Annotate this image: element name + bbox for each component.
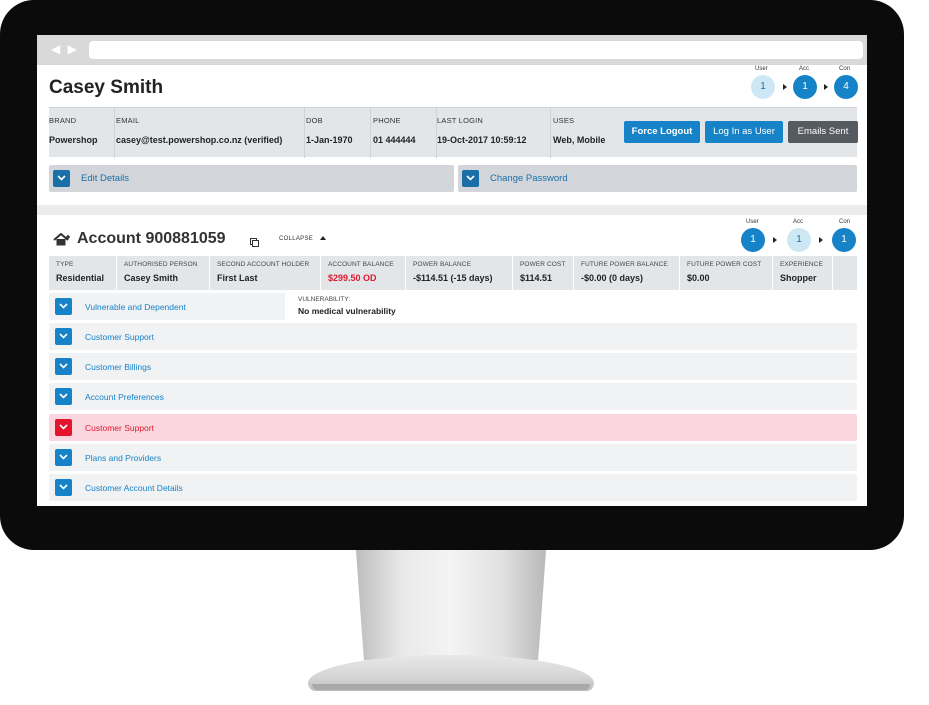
account-fields-row: TYPE Residential AUTHORISED PERSON Casey…	[49, 256, 857, 290]
step-label-user: User	[746, 219, 759, 225]
copy-icon[interactable]	[250, 234, 259, 252]
step-con[interactable]: 4	[834, 75, 858, 99]
section-account-preferences[interactable]: Account Preferences	[49, 383, 857, 410]
step-label-con: Con	[839, 219, 851, 225]
back-forward-icon[interactable]: ◀ ▶	[51, 42, 79, 56]
vulnerability-panel: VULNERABILITY: No medical vulnerability	[285, 293, 857, 320]
info-uses: USES Web, Mobile	[553, 116, 606, 145]
account-card: Account 900881059 COLLAPSE User 1 Acc 1 …	[37, 215, 867, 506]
arrow-right-icon	[824, 84, 828, 90]
chevron-down-icon	[55, 388, 72, 405]
section-customer-support-alert[interactable]: Customer Support	[49, 414, 857, 441]
account-title: Account 900881059	[77, 230, 226, 247]
arrow-right-icon	[773, 237, 777, 243]
step-label-acc: Acc	[799, 66, 810, 72]
monitor-stand-neck	[355, 550, 547, 660]
field-experience: EXPERIENCE Shopper	[773, 256, 833, 290]
info-brand: BRAND Powershop	[49, 108, 115, 158]
emails-sent-button[interactable]: Emails Sent	[788, 121, 858, 143]
info-phone: PHONE 01 444444	[371, 108, 437, 158]
caret-up-icon[interactable]	[320, 236, 326, 240]
chevron-down-icon	[55, 328, 72, 345]
collapse-link[interactable]: COLLAPSE	[279, 236, 313, 242]
monitor-stand-edge	[312, 684, 590, 690]
info-dob: DOB 1-Jan-1970	[305, 108, 371, 158]
monitor-frame: ◀ ▶ Casey Smith User 1 Acc 1 Con 4 BRAND…	[0, 0, 904, 550]
field-future-power-cost: FUTURE POWER COST $0.00	[680, 256, 773, 290]
address-bar[interactable]	[89, 41, 863, 59]
field-power-cost: POWER COST $114.51	[513, 256, 574, 290]
browser-toolbar: ◀ ▶	[37, 35, 867, 65]
step-acc[interactable]: 1	[787, 228, 811, 252]
step-user[interactable]: 1	[751, 75, 775, 99]
step-con[interactable]: 1	[832, 228, 856, 252]
section-customer-account-details[interactable]: Customer Account Details	[49, 474, 857, 501]
field-account-balance: ACCOUNT BALANCE $299.50 OD	[321, 256, 406, 290]
screen: ◀ ▶ Casey Smith User 1 Acc 1 Con 4 BRAND…	[37, 35, 867, 506]
chevron-down-icon	[55, 449, 72, 466]
step-acc[interactable]: 1	[793, 75, 817, 99]
field-second-account-holder: SECOND ACCOUNT HOLDER First Last	[210, 256, 321, 290]
force-logout-button[interactable]: Force Logout	[624, 121, 700, 143]
step-label-acc: Acc	[793, 219, 804, 225]
arrow-right-icon	[819, 237, 823, 243]
chevron-down-icon	[55, 358, 72, 375]
section-customer-billings[interactable]: Customer Billings	[49, 353, 857, 380]
step-label-con: Con	[839, 66, 851, 72]
field-type: TYPE Residential	[49, 256, 117, 290]
edit-details-expander[interactable]: Edit Details	[49, 165, 454, 192]
section-customer-support[interactable]: Customer Support	[49, 323, 857, 350]
section-plans-and-providers[interactable]: Plans and Providers	[49, 444, 857, 471]
chevron-down-icon	[462, 170, 479, 187]
info-last-login: LAST LOGIN 19-Oct-2017 10:59:12	[437, 108, 551, 158]
field-future-power-balance: FUTURE POWER BALANCE -$0.00 (0 days)	[574, 256, 680, 290]
chevron-down-icon	[55, 419, 72, 436]
house-icon	[53, 232, 71, 251]
info-email: EMAIL casey@test.powershop.co.nz (verifi…	[115, 108, 305, 158]
arrow-right-icon	[783, 84, 787, 90]
field-power-balance: POWER BALANCE -$114.51 (-15 days)	[406, 256, 513, 290]
log-in-as-user-button[interactable]: Log In as User	[705, 121, 783, 143]
field-authorised-person: AUTHORISED PERSON Casey Smith	[117, 256, 210, 290]
section-vulnerable-and-dependent[interactable]: Vulnerable and Dependent VULNERABILITY: …	[49, 293, 857, 320]
change-password-expander[interactable]: Change Password	[458, 165, 857, 192]
chevron-down-icon	[55, 479, 72, 496]
user-name: Casey Smith	[49, 77, 164, 98]
step-label-user: User	[755, 66, 768, 72]
chevron-down-icon	[53, 170, 70, 187]
chevron-down-icon	[55, 298, 72, 315]
step-user[interactable]: 1	[741, 228, 765, 252]
